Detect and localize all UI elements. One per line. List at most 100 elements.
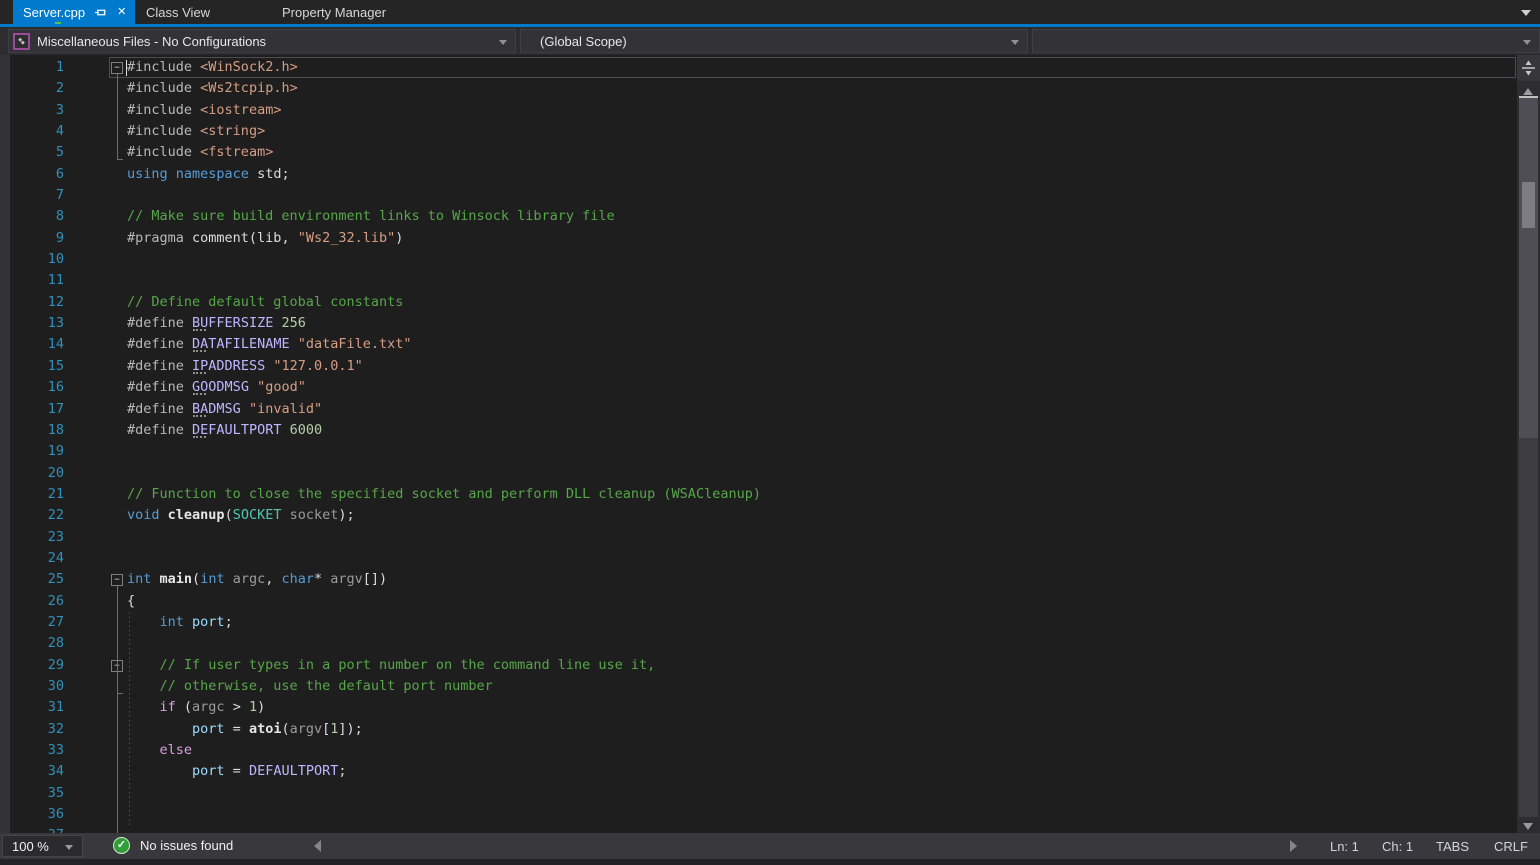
code-line[interactable]: 20 [0,463,1517,484]
code-line[interactable]: 4 #include <string> [0,121,1517,142]
scrollbar-thumb[interactable] [1519,98,1538,438]
code-editor[interactable]: 1−#include <WinSock2.h>2#include <Ws2tcp… [0,55,1540,833]
zoom-selector[interactable]: 100 % [2,835,83,857]
code-line[interactable]: 2#include <Ws2tcpip.h> [0,78,1517,99]
code-line[interactable]: 17#define BADMSG "invalid" [0,399,1517,420]
code-line[interactable]: 35 [0,783,1517,804]
outline-margin [72,356,127,377]
line-number: 15 [0,356,72,377]
line-number: 6 [0,164,72,185]
ide-window: Server.cpp ✕ Class View Property Manager [0,0,1540,865]
scope-selector[interactable]: (Global Scope) [520,29,1028,53]
code-line[interactable]: 14#define DATAFILENAME "dataFile.txt" [0,334,1517,355]
line-number: 23 [0,527,72,548]
fold-region-line [117,672,118,693]
line-number: 34 [0,761,72,782]
scroll-up-icon[interactable] [1523,88,1533,95]
project-selector[interactable]: Miscellaneous Files - No Configurations [8,29,516,53]
code-text: #include <string> [127,121,265,142]
code-line[interactable]: 8// Make sure build environment links to… [0,206,1517,227]
code-line[interactable]: 6using namespace std; [0,164,1517,185]
tab-property-manager[interactable]: Property Manager [265,0,420,24]
code-line[interactable]: 9#pragma comment(lib, "Ws2_32.lib") [0,228,1517,249]
zoom-level: 100 % [12,839,49,854]
outline-margin: − [72,569,127,590]
outline-margin [72,761,127,782]
line-indicator: Ln: 1 [1330,839,1382,854]
code-line[interactable]: 37 [0,825,1517,833]
code-line[interactable]: 34 port = DEFAULTPORT; [0,761,1517,782]
project-selector-label: Miscellaneous Files - No Configurations [37,34,266,49]
code-line[interactable]: 10 [0,249,1517,270]
code-line[interactable]: 29− // If user types in a port number on… [0,655,1517,676]
tab-server-cpp[interactable]: Server.cpp ✕ [13,0,135,24]
outline-margin [72,399,127,420]
scroll-left-icon[interactable] [314,840,321,852]
code-line[interactable]: 16#define GOODMSG "good" [0,377,1517,398]
fold-collapse-icon[interactable]: − [111,574,123,586]
code-line[interactable]: 30 // otherwise, use the default port nu… [0,676,1517,697]
code-line[interactable]: 36 [0,804,1517,825]
code-line[interactable]: 5#include <fstream> [0,142,1517,163]
document-info: Ln: 1 Ch: 1 TABS CRLF [1330,833,1532,859]
code-line[interactable]: 28 [0,633,1517,654]
line-number: 7 [0,185,72,206]
code-line[interactable]: 21// Function to close the specified soc… [0,484,1517,505]
code-line[interactable]: 33 else [0,740,1517,761]
code-line[interactable]: 18 #define DEFAULTPORT 6000 [0,420,1517,441]
outline-margin [72,783,127,804]
code-line[interactable]: 25−int main(int argc, char* argv[]) [0,569,1517,590]
line-number: 19 [0,441,72,462]
pin-icon[interactable] [94,6,106,18]
code-line[interactable]: 11 [0,270,1517,291]
code-line[interactable]: 23 [0,527,1517,548]
outline-margin [72,270,127,291]
outline-margin [72,591,127,612]
code-line[interactable]: 12// Define default global constants [0,292,1517,313]
close-icon[interactable]: ✕ [117,7,126,18]
code-text: if (argc > 1) [127,697,265,718]
outline-margin [72,804,127,825]
check-circle-icon: ✓ [113,837,130,854]
line-number: 2 [0,78,72,99]
line-number: 32 [0,719,72,740]
code-text: #define DATAFILENAME "dataFile.txt" [127,334,412,355]
code-text: #define BADMSG "invalid" [127,399,322,420]
code-line[interactable]: 31 if (argc > 1) [0,697,1517,718]
code-line[interactable]: 26{ [0,591,1517,612]
code-line[interactable]: 15#define IPADDRESS "127.0.0.1" [0,356,1517,377]
code-line[interactable]: 7 [0,185,1517,206]
fold-region-tick [117,693,123,694]
vertical-scrollbar[interactable] [1517,55,1540,833]
tab-bar: Server.cpp ✕ Class View Property Manager [0,0,1540,24]
outline-margin [72,292,127,313]
health-message: No issues found [140,838,233,853]
code-text: void cleanup(SOCKET socket); [127,505,355,526]
scroll-down-icon[interactable] [1523,823,1533,830]
line-number: 28 [0,633,72,654]
code-text: #define BUFFERSIZE 256 [127,313,306,334]
document-health-indicator[interactable]: ✓ No issues found [113,837,233,854]
code-line[interactable]: 27 int port; [0,612,1517,633]
line-number: 16 [0,377,72,398]
fold-region-tick [117,159,123,160]
tab-list-dropdown-icon[interactable] [1521,10,1531,16]
code-line[interactable]: 22void cleanup(SOCKET socket); [0,505,1517,526]
scroll-right-icon[interactable] [1290,840,1297,852]
editor-split-handle-icon[interactable] [1517,55,1540,81]
outline-margin [72,484,127,505]
line-ending-indicator: CRLF [1494,839,1532,854]
code-rows: 1−#include <WinSock2.h>2#include <Ws2tcp… [0,57,1517,833]
line-number: 4 [0,121,72,142]
code-line[interactable]: 24 [0,548,1517,569]
code-line[interactable]: 32 port = atoi(argv[1]); [0,719,1517,740]
code-line[interactable]: 13#define BUFFERSIZE 256 [0,313,1517,334]
outline-margin [72,228,127,249]
member-selector[interactable] [1032,29,1540,53]
code-line[interactable]: 3#include <iostream> [0,100,1517,121]
tab-class-view[interactable]: Class View [135,0,265,24]
code-text: #define DEFAULTPORT 6000 [127,420,322,441]
code-line[interactable]: 19 [0,441,1517,462]
line-number: 18 [0,420,72,441]
code-text: // Define default global constants [127,292,403,313]
